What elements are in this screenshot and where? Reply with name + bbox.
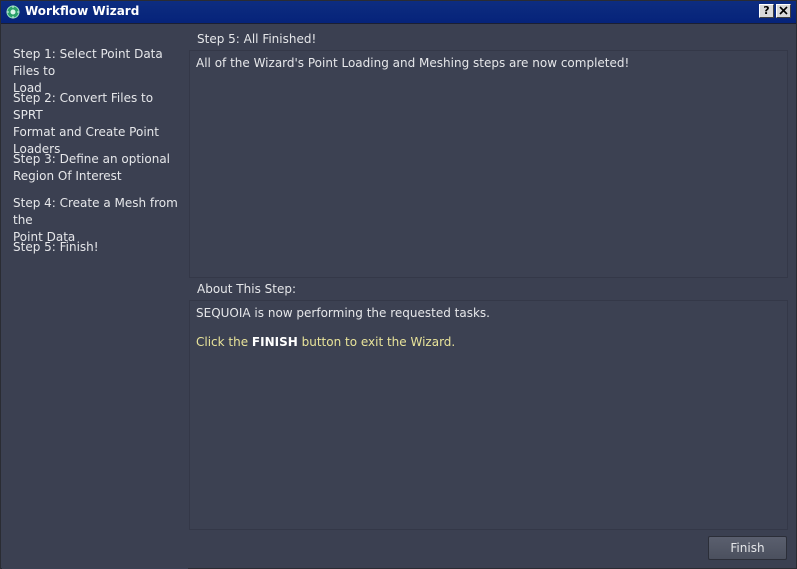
step-3-label-line2: Region Of Interest: [13, 169, 122, 183]
finish-button[interactable]: Finish: [708, 536, 787, 560]
step-title: Step 5: All Finished!: [197, 32, 317, 46]
step-3-label-line1: Step 3: Define an optional: [13, 152, 171, 166]
step-message-text: All of the Wizard's Point Loading and Me…: [196, 56, 630, 70]
window-title: Workflow Wizard: [25, 4, 140, 18]
about-line-2-pre: Click the: [196, 335, 252, 349]
step-2-label-line1: Step 2: Convert Files to SPRT: [13, 91, 154, 122]
about-line-1: SEQUOIA is now performing the requested …: [196, 306, 490, 320]
about-title: About This Step:: [197, 282, 296, 296]
workflow-wizard-window: Workflow Wizard ? Step 1: Select Point D…: [0, 0, 797, 569]
step-4-label-line1: Step 4: Create a Mesh from the: [13, 196, 178, 227]
about-line-2: Click the FINISH button to exit the Wiza…: [196, 335, 455, 349]
step-item-3[interactable]: Step 3: Define an optional Region Of Int…: [13, 151, 185, 185]
step-item-5[interactable]: Step 5: Finish!: [13, 239, 185, 256]
step-1-label-line1: Step 1: Select Point Data Files to: [13, 47, 163, 78]
help-button[interactable]: ?: [759, 4, 774, 18]
close-icon: [779, 6, 788, 15]
about-line-2-bold: FINISH: [251, 335, 298, 349]
step-item-2[interactable]: Step 2: Convert Files to SPRT Format and…: [13, 90, 185, 158]
about-line-2-post: button to exit the Wizard.: [297, 335, 456, 349]
about-panel: SEQUOIA is now performing the requested …: [189, 300, 788, 530]
step-5-label-line1: Step 5: Finish!: [13, 240, 99, 254]
step-2-label-line2: Format and Create Point: [13, 125, 159, 139]
step-message-panel: All of the Wizard's Point Loading and Me…: [189, 50, 788, 278]
steps-sidebar: Step 1: Select Point Data Files to Load …: [2, 24, 188, 569]
wizard-app-icon: [6, 5, 20, 19]
close-button[interactable]: [776, 4, 791, 18]
title-bar[interactable]: Workflow Wizard ?: [1, 1, 796, 24]
